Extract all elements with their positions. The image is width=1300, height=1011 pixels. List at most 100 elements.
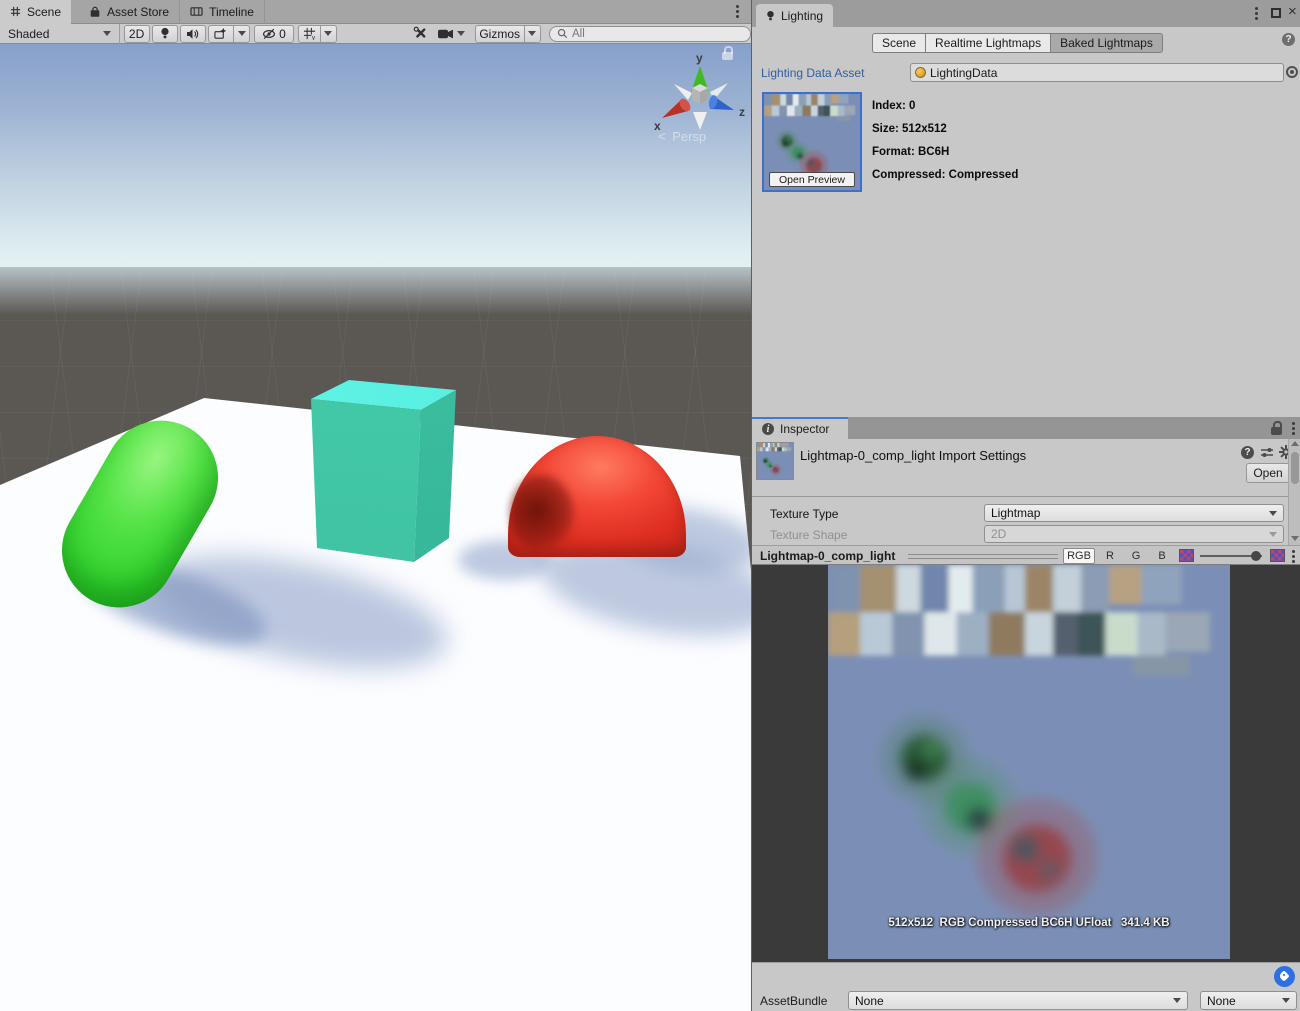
lighting-tab-realtime-label: Realtime Lightmaps <box>935 36 1041 50</box>
mip-icon[interactable] <box>1179 549 1194 562</box>
preview-drag-handle[interactable] <box>908 554 1058 559</box>
lightbulb-icon <box>766 10 775 22</box>
lighting-data-asset-value: LightingData <box>930 66 997 80</box>
help-icon[interactable]: ? <box>1241 446 1254 459</box>
open-preview-button[interactable]: Open Preview <box>769 172 855 187</box>
tab-scene[interactable]: Scene <box>0 0 71 24</box>
scene-audio-button[interactable] <box>180 25 206 43</box>
chevron-down-icon <box>457 31 465 36</box>
lighting-data-asset-label: Lighting Data Asset <box>761 66 864 80</box>
scene-camera-button[interactable] <box>438 29 465 39</box>
scene-tab-menu-icon[interactable] <box>736 10 739 13</box>
hidden-objects-button[interactable]: 0 <box>254 25 294 43</box>
viewport-lock-icon[interactable] <box>722 52 733 60</box>
inspector-header-title: Lightmap-0_comp_light Import Settings <box>800 448 1026 463</box>
scene-grid-dropdown[interactable] <box>321 25 336 43</box>
scene-lighting-button[interactable] <box>152 25 178 43</box>
scene-viewport[interactable]: y x z < Persp <box>0 44 751 1011</box>
texture-type-label: Texture Type <box>770 507 838 521</box>
channel-rgb-button[interactable]: RGB <box>1063 548 1095 564</box>
asset-bundle-label: AssetBundle <box>760 994 827 1008</box>
preview-header-bar[interactable]: Lightmap-0_comp_light RGB R G B <box>752 545 1300 565</box>
lighting-tab-scene-label: Scene <box>882 36 916 50</box>
maximize-icon[interactable] <box>1271 8 1281 18</box>
inspector-tab-label: Inspector <box>780 422 829 436</box>
lighting-tab[interactable]: Lighting <box>756 4 833 27</box>
custom-tools-button[interactable] <box>413 26 428 41</box>
chevron-down-icon <box>528 31 536 36</box>
asset-bundle-dropdown[interactable]: None <box>848 991 1188 1010</box>
tools-icon <box>413 26 428 41</box>
presets-icon[interactable] <box>1260 446 1274 459</box>
scroll-up-icon[interactable] <box>1291 441 1299 446</box>
shading-mode-label: Shaded <box>8 27 49 41</box>
search-value: All <box>572 28 585 40</box>
channel-g-button[interactable]: G <box>1125 548 1147 564</box>
asset-thumbnail-image <box>757 443 793 479</box>
channel-b-button[interactable]: B <box>1151 548 1173 564</box>
scene-effects-button[interactable] <box>208 25 235 43</box>
lightmap-thumbnail[interactable]: Open Preview <box>762 92 862 192</box>
lighting-tab-realtime[interactable]: Realtime Lightmaps <box>925 33 1050 53</box>
lighting-tab-baked[interactable]: Baked Lightmaps <box>1050 33 1163 53</box>
inspector-menu-icon[interactable] <box>1292 427 1295 430</box>
lighting-panel: Lighting × Scene Realtime Lightmaps Bake… <box>752 0 1300 417</box>
tab-timeline-label: Timeline <box>209 5 254 19</box>
chevron-down-icon <box>1173 998 1181 1003</box>
shading-mode-dropdown[interactable]: Shaded <box>0 24 120 44</box>
close-icon[interactable]: × <box>1288 3 1297 20</box>
grid-snap-icon: y <box>303 27 316 40</box>
lighting-tab-baked-label: Baked Lightmaps <box>1060 36 1153 50</box>
open-button[interactable]: Open <box>1246 463 1290 483</box>
preview-menu-icon[interactable] <box>1292 555 1295 558</box>
help-icon[interactable]: ? <box>1282 33 1295 46</box>
inspector-tab-bar: i Inspector <box>752 417 1300 439</box>
asset-bundle-value: None <box>855 994 884 1008</box>
open-button-label: Open <box>1253 466 1282 480</box>
toggle-2d-button[interactable]: 2D <box>124 25 150 43</box>
channel-r-button[interactable]: R <box>1099 548 1121 564</box>
scrollbar-thumb[interactable] <box>1291 452 1299 484</box>
scene-effects-dropdown[interactable] <box>234 25 249 43</box>
asset-thumbnail <box>757 443 793 479</box>
asset-variant-value: None <box>1207 994 1236 1008</box>
persp-arrow-icon: < <box>658 128 666 144</box>
scene-search-input[interactable]: All <box>549 26 751 42</box>
lightmap-preview-image[interactable] <box>828 565 1230 959</box>
texture-preview-section: Lightmap-0_comp_light RGB R G B 512x512 … <box>752 545 1300 962</box>
scroll-down-icon[interactable] <box>1291 536 1299 541</box>
header-divider <box>752 496 1300 497</box>
perspective-label[interactable]: < Persp <box>658 128 706 144</box>
channel-g-label: G <box>1132 550 1141 562</box>
asset-label-icon[interactable] <box>1274 966 1295 987</box>
scene-tab-bar: Scene Asset Store Timeline <box>0 0 751 24</box>
inspector-tab[interactable]: i Inspector <box>752 417 848 439</box>
lighting-menu-icon[interactable] <box>1255 12 1258 15</box>
chevron-down-icon <box>238 31 246 36</box>
object-picker-icon[interactable] <box>1286 66 1298 78</box>
tab-asset-store-label: Asset Store <box>107 5 169 19</box>
hidden-count-label: 0 <box>279 27 286 41</box>
inspector-panel: i Inspector Lightmap-0_comp_light Import… <box>752 417 1300 545</box>
lighting-data-asset-field[interactable]: LightingData <box>910 63 1284 82</box>
texture-type-dropdown[interactable]: Lightmap <box>984 504 1284 522</box>
mip-small-icon[interactable] <box>1270 549 1285 562</box>
lightmap-format: Format: BC6H <box>872 146 949 158</box>
search-icon <box>557 28 568 39</box>
asset-variant-dropdown[interactable]: None <box>1200 991 1297 1010</box>
tab-asset-store[interactable]: Asset Store <box>79 0 180 24</box>
lock-icon[interactable] <box>1271 427 1282 435</box>
axis-neg-z-cone[interactable] <box>674 84 692 100</box>
gizmos-button[interactable]: Gizmos <box>475 25 525 43</box>
mip-slider-thumb[interactable] <box>1251 551 1261 561</box>
preview-info-text: 512x512 RGB Compressed BC6H UFloat 341.4… <box>828 917 1230 929</box>
gizmos-dropdown[interactable] <box>525 25 541 43</box>
scene-toolbar: Shaded 2D 0 y <box>0 24 751 44</box>
chevron-down-icon <box>1269 511 1277 516</box>
gizmos-label: Gizmos <box>479 27 520 41</box>
lightbulb-icon <box>160 27 170 40</box>
tab-timeline[interactable]: Timeline <box>180 0 265 24</box>
inspector-scrollbar[interactable] <box>1288 439 1300 545</box>
scene-grid-button[interactable]: y <box>298 25 321 43</box>
lighting-tab-scene[interactable]: Scene <box>872 33 925 53</box>
